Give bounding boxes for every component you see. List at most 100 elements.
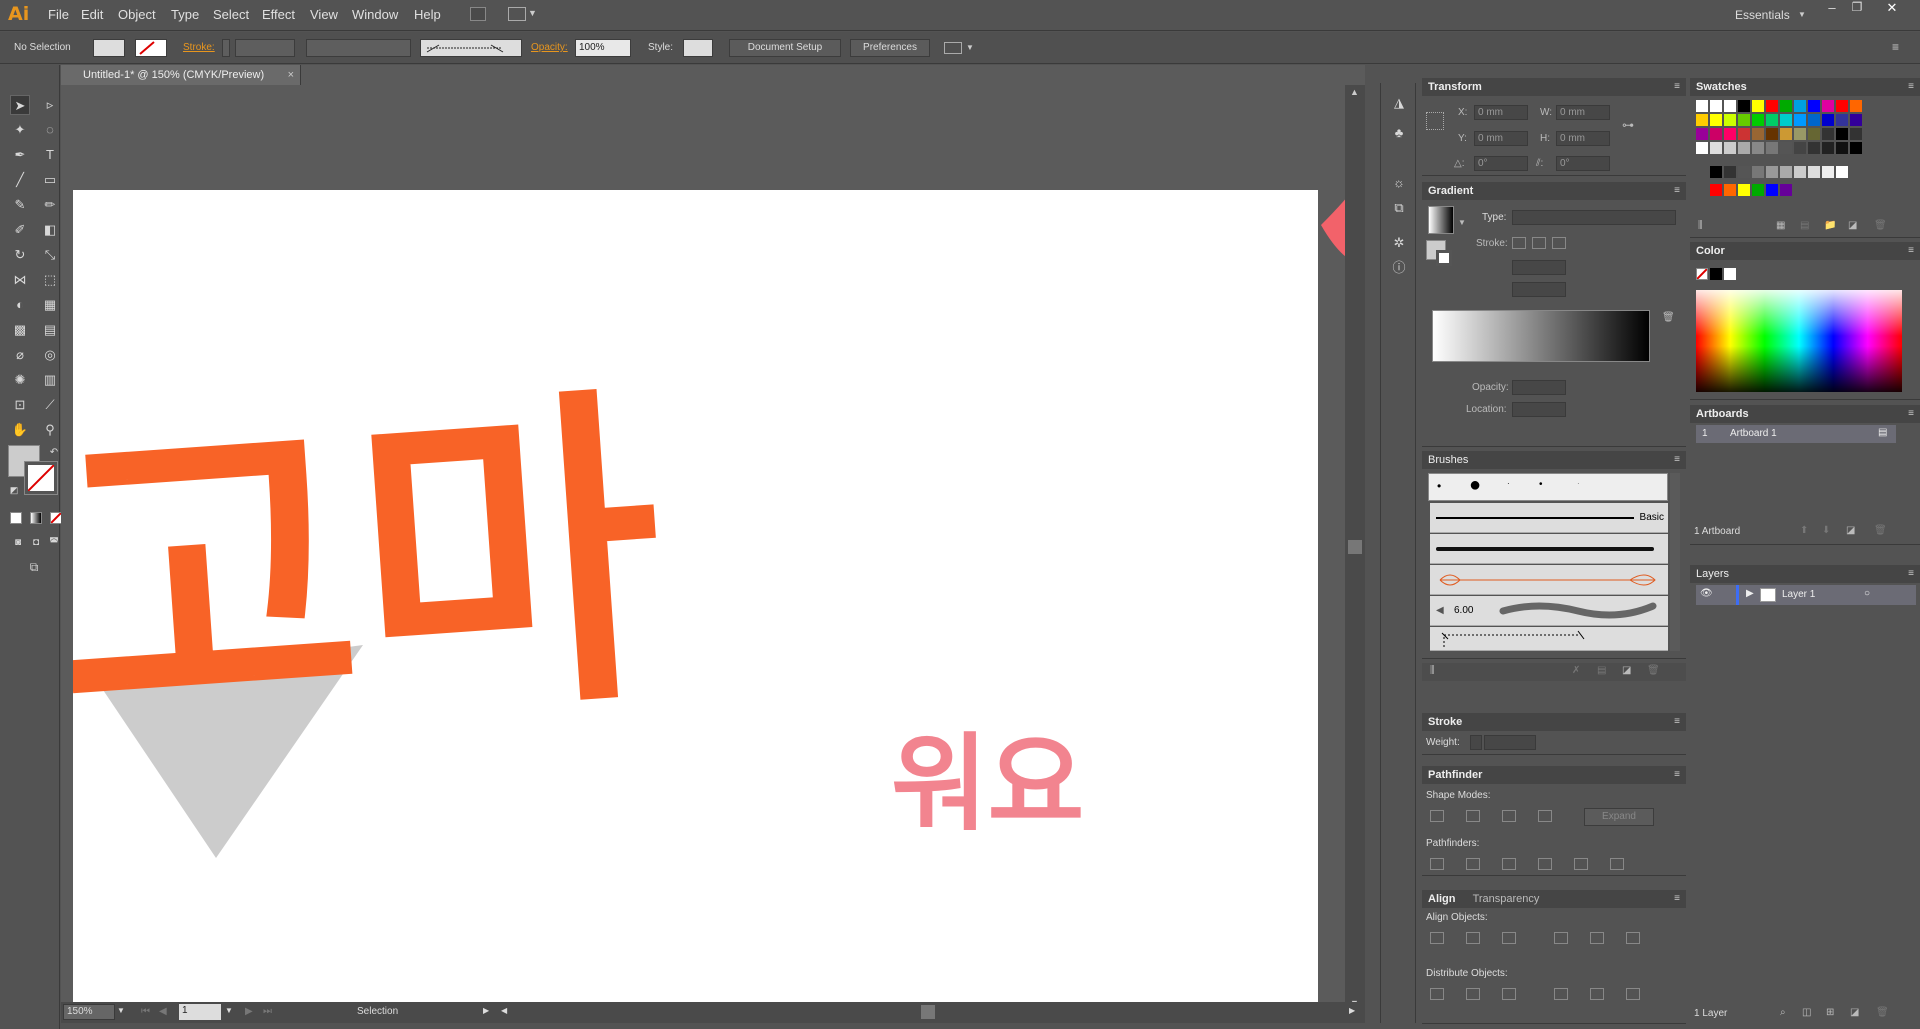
exclude-icon[interactable]	[1538, 810, 1552, 822]
brush-libraries-icon[interactable]: ⫼	[1430, 665, 1435, 676]
swatch[interactable]	[1724, 128, 1736, 140]
graphic-styles-icon[interactable]: ⧉	[1389, 198, 1409, 218]
swatch[interactable]	[1724, 114, 1736, 126]
swatch[interactable]	[1724, 166, 1736, 178]
panel-menu-icon[interactable]: ≡	[1908, 242, 1914, 260]
transform-panel-title[interactable]: Transform	[1422, 78, 1686, 96]
aspect-ratio-field[interactable]	[1512, 282, 1566, 297]
screen-mode-icon[interactable]: ⧉	[24, 557, 44, 577]
swatch[interactable]	[1836, 100, 1848, 112]
shape-builder-tool-icon[interactable]: ◐	[10, 295, 30, 315]
brushes-panel-title[interactable]: Brushes	[1422, 451, 1686, 469]
swatch[interactable]	[1724, 100, 1736, 112]
art-brush-row[interactable]	[1430, 565, 1668, 595]
panel-menu-icon[interactable]: ≡	[1892, 40, 1899, 54]
swatch[interactable]	[1710, 166, 1722, 178]
pen-tool-icon[interactable]: ✒	[10, 145, 30, 165]
next-artboard-icon[interactable]: ▶	[245, 1006, 253, 1017]
weight-field[interactable]	[1484, 735, 1536, 750]
brush-thumbnails[interactable]: • ● · • ·	[1428, 473, 1668, 501]
panel-menu-icon[interactable]: ≡	[1674, 766, 1680, 784]
align-bottom-icon[interactable]	[1626, 932, 1640, 944]
layer-row[interactable]: 👁 ▶ Layer 1 ○	[1696, 585, 1916, 605]
swatch[interactable]	[1710, 100, 1722, 112]
vertical-scroll-thumb[interactable]	[1348, 540, 1362, 554]
first-artboard-icon[interactable]: ⏮	[141, 1006, 150, 1017]
eraser-tool-icon[interactable]: ◧	[40, 220, 60, 240]
remove-brush-stroke-icon[interactable]: ✗	[1572, 665, 1580, 676]
zoom-tool-icon[interactable]: ⚲	[40, 420, 60, 440]
swatch[interactable]	[1850, 128, 1862, 140]
layers-panel-title[interactable]: Layers	[1690, 565, 1920, 583]
new-brush-icon[interactable]: ◪	[1622, 665, 1631, 676]
opacity-field[interactable]: 100%	[575, 39, 631, 57]
chevron-down-icon[interactable]: ▼	[225, 1006, 233, 1015]
chevron-down-icon[interactable]: ▼	[1458, 218, 1466, 227]
swatch[interactable]	[1724, 184, 1736, 196]
stroke-within-icon[interactable]	[1512, 237, 1526, 249]
gradient-location-field[interactable]	[1512, 402, 1566, 417]
swatch[interactable]	[1836, 142, 1848, 154]
panel-menu-icon[interactable]: ≡	[1908, 405, 1914, 423]
blob-brush-tool-icon[interactable]: ✐	[10, 220, 30, 240]
minimize-icon[interactable]: –	[1820, 0, 1844, 18]
intersect-icon[interactable]	[1502, 810, 1516, 822]
y-field[interactable]: 0 mm	[1474, 131, 1528, 146]
swatch[interactable]	[1752, 100, 1764, 112]
direct-selection-tool-icon[interactable]: ▹	[40, 95, 60, 115]
white-color-icon[interactable]	[1724, 268, 1736, 280]
status-menu-icon[interactable]: ▶	[483, 1006, 489, 1015]
minus-back-icon[interactable]	[1610, 858, 1624, 870]
swatch[interactable]	[1752, 184, 1764, 196]
expand-button[interactable]: Expand	[1584, 808, 1654, 826]
reference-point-icon[interactable]	[1426, 112, 1444, 130]
last-artboard-icon[interactable]: ⏭	[263, 1006, 272, 1017]
artboard[interactable]: 고마 워요	[73, 190, 1318, 1002]
tab-align[interactable]: Align	[1428, 893, 1456, 905]
swatch[interactable]	[1766, 128, 1778, 140]
brushes-scrollbar[interactable]	[1670, 473, 1680, 651]
brush-fine-icon[interactable]: ·	[1577, 479, 1580, 488]
swatch[interactable]	[1822, 128, 1834, 140]
align-hcenter-icon[interactable]	[1466, 932, 1480, 944]
swatch[interactable]	[1822, 166, 1834, 178]
close-icon[interactable]: ✕	[1870, 0, 1914, 18]
stroke-weight-field[interactable]	[235, 39, 295, 57]
swatch[interactable]	[1808, 166, 1820, 178]
swatch[interactable]	[1850, 114, 1862, 126]
swatch[interactable]	[1836, 128, 1848, 140]
tab-transparency[interactable]: Transparency	[1473, 893, 1540, 905]
panel-menu-icon[interactable]: ≡	[1674, 451, 1680, 469]
swatch[interactable]	[1794, 114, 1806, 126]
color-spectrum[interactable]	[1696, 290, 1902, 392]
align-right-icon[interactable]	[1502, 932, 1516, 944]
chevron-down-icon[interactable]: ▼	[1798, 10, 1806, 19]
basic-brush-row[interactable]: Basic	[1430, 503, 1668, 533]
column-graph-tool-icon[interactable]: ▥	[40, 370, 60, 390]
swatch[interactable]	[1696, 142, 1708, 154]
panel-menu-icon[interactable]: ≡	[1674, 78, 1680, 96]
stroke-across-icon[interactable]	[1552, 237, 1566, 249]
swatch-options-icon[interactable]: ▤	[1800, 220, 1809, 231]
swatch-grid[interactable]	[1696, 100, 1896, 205]
swatch[interactable]	[1710, 184, 1722, 196]
swatch[interactable]	[1780, 114, 1792, 126]
menu-file[interactable]: File	[48, 7, 69, 22]
stroke-label[interactable]: Stroke:	[183, 42, 215, 53]
swatch[interactable]	[1738, 128, 1750, 140]
new-artboard-icon[interactable]: ◪	[1846, 525, 1855, 536]
swatch[interactable]	[1738, 184, 1750, 196]
variable-width-dropdown[interactable]	[306, 39, 411, 57]
swatch[interactable]	[1752, 128, 1764, 140]
menu-help[interactable]: Help	[414, 7, 441, 22]
menu-select[interactable]: Select	[213, 7, 249, 22]
panel-menu-icon[interactable]: ≡	[1674, 182, 1680, 200]
visibility-eye-icon[interactable]: 👁	[1700, 588, 1713, 599]
panel-menu-icon[interactable]: ≡	[1674, 890, 1680, 908]
preferences-button[interactable]: Preferences	[850, 39, 930, 57]
distribute-bottom-icon[interactable]	[1502, 988, 1516, 1000]
outline-icon[interactable]	[1574, 858, 1588, 870]
swatch[interactable]	[1794, 128, 1806, 140]
swatch[interactable]	[1766, 100, 1778, 112]
target-icon[interactable]: ○	[1864, 588, 1870, 599]
